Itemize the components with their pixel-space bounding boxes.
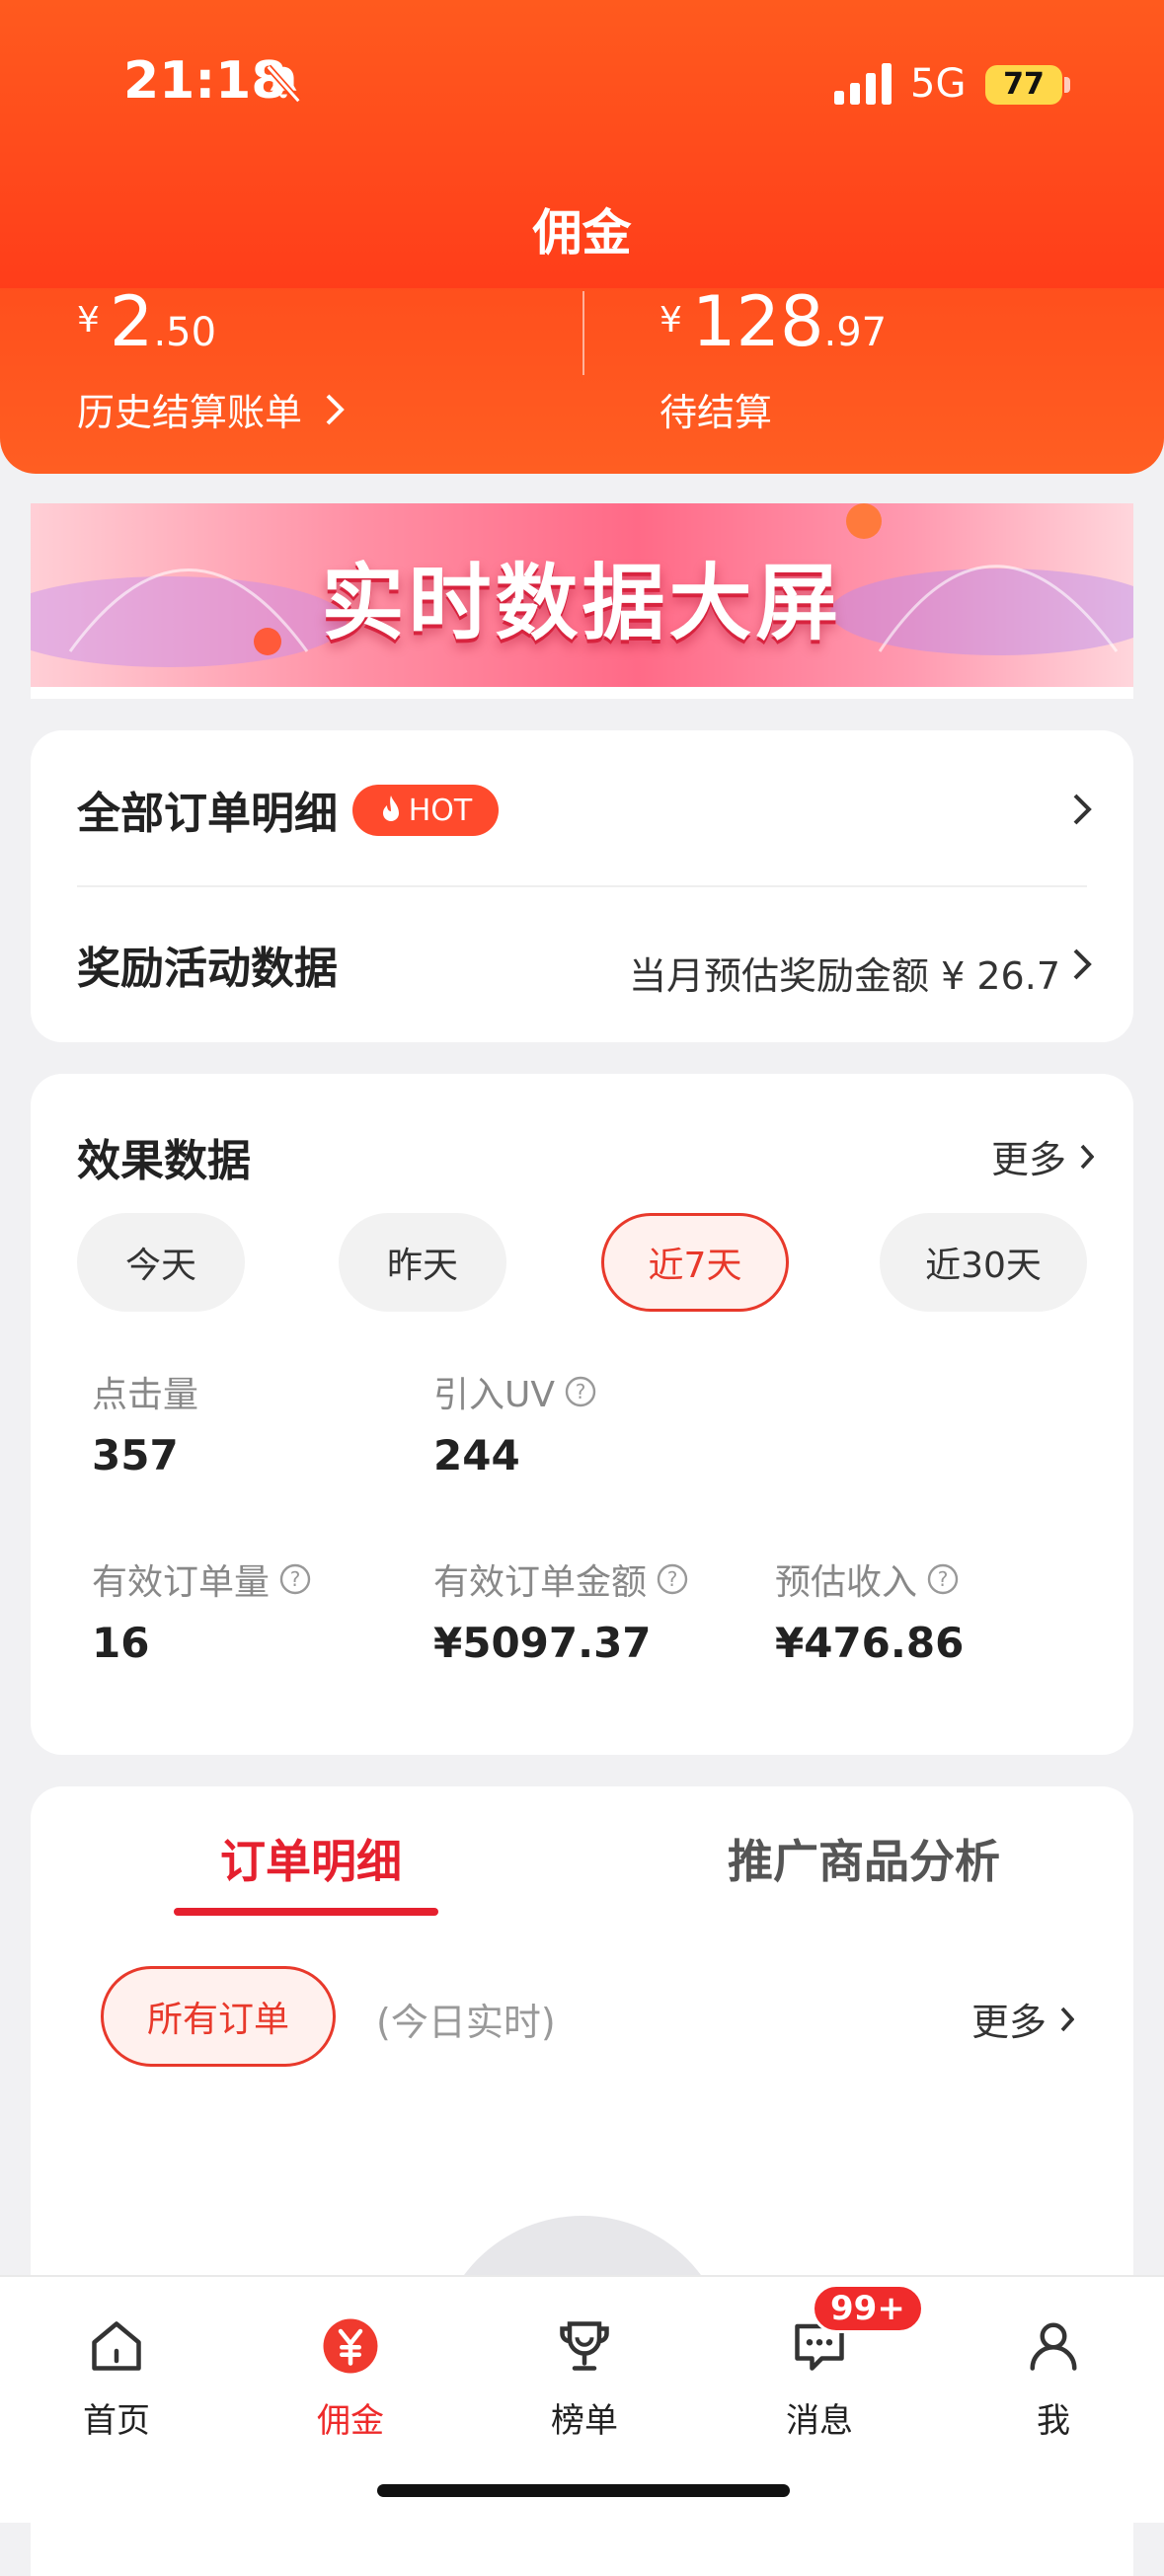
all-orders-label: 全部订单明细: [77, 789, 338, 839]
help-icon[interactable]: ?: [927, 1563, 959, 1595]
active-tab-underline: [174, 1908, 438, 1916]
bell-muted-icon: [266, 64, 301, 104]
effect-data-card: 效果数据 更多 今天 昨天 近7天 近30天 点击量 357 引入UV ? 24…: [31, 1074, 1133, 1755]
all-orders-filter[interactable]: 所有订单: [101, 1966, 336, 2067]
fire-icon: [382, 796, 399, 821]
chevron-right-icon: [326, 394, 345, 424]
orders-card: 全部订单明细 HOT 奖励活动数据 当月预估奖励金额 ¥ 26.7: [31, 730, 1133, 1042]
reward-data-label: 奖励活动数据: [77, 944, 338, 994]
nav-me[interactable]: 我: [965, 2316, 1142, 2442]
svg-text:?: ?: [576, 1380, 586, 1403]
all-orders-row[interactable]: 全部订单明细 HOT: [31, 730, 1133, 885]
uv-value: 244: [433, 1431, 520, 1479]
uv-label: 引入UV ?: [433, 1366, 596, 1417]
svg-text:?: ?: [938, 1567, 949, 1591]
home-indicator[interactable]: [377, 2484, 790, 2497]
header: 21:18 5G 77 佣金 ¥2.50 ¥128.97 历史结算账单 待结算: [0, 0, 1164, 474]
message-count-badge: 99+: [812, 2284, 924, 2333]
pending-currency: ¥: [660, 300, 682, 341]
reward-estimate-value: 当月预估奖励金额 ¥ 26.7: [629, 954, 1060, 998]
realtime-screen-banner[interactable]: 实时数据大屏: [31, 503, 1133, 687]
clicks-value: 357: [92, 1431, 179, 1479]
effect-more-link[interactable]: 更多: [991, 1129, 1094, 1183]
orders-label: 有效订单量 ?: [92, 1553, 311, 1605]
nav-commission-label: 佣金: [317, 2401, 384, 2441]
order-amount-label: 有效订单金额 ?: [433, 1553, 688, 1605]
nav-commission[interactable]: 佣金: [262, 2316, 439, 2442]
settled-amount: ¥2.50: [77, 281, 216, 362]
tab-product-analysis[interactable]: 推广商品分析: [728, 1826, 1000, 1891]
range-today[interactable]: 今天: [77, 1213, 245, 1312]
range-30days[interactable]: 近30天: [880, 1213, 1087, 1312]
help-icon[interactable]: ?: [565, 1376, 596, 1407]
orders-value: 16: [92, 1619, 150, 1667]
chevron-right-icon: [1073, 794, 1092, 825]
nav-home-label: 首页: [83, 2401, 150, 2441]
nav-home[interactable]: 首页: [28, 2316, 205, 2442]
yuan-coin-icon: [323, 2318, 378, 2374]
pending-label: 待结算: [660, 391, 773, 434]
reward-data-row[interactable]: 奖励活动数据 当月预估奖励金额 ¥ 26.7: [31, 887, 1133, 1042]
header-divider: [582, 291, 584, 375]
range-yesterday[interactable]: 昨天: [339, 1213, 506, 1312]
pending-amount: ¥128.97: [660, 281, 887, 362]
nav-ranking-label: 榜单: [551, 2401, 618, 2441]
orders-label-text: 有效订单量: [92, 1562, 271, 1603]
trophy-icon: [560, 2321, 609, 2371]
banner-title: 实时数据大屏: [321, 555, 843, 651]
hot-badge-label: HOT: [408, 793, 473, 828]
income-label-text: 预估收入: [775, 1562, 918, 1603]
income-label: 预估收入 ?: [775, 1553, 959, 1605]
history-bill-link[interactable]: 历史结算账单: [77, 382, 346, 436]
uv-label-text: 引入UV: [433, 1375, 555, 1415]
battery-icon: 77: [985, 65, 1062, 105]
chevron-right-icon: [1080, 1144, 1094, 1169]
detail-more-link[interactable]: 更多: [971, 1992, 1074, 2046]
nav-ranking[interactable]: 榜单: [496, 2316, 673, 2442]
hot-badge: HOT: [352, 785, 499, 836]
clicks-label-text: 点击量: [92, 1375, 199, 1415]
help-icon[interactable]: ?: [657, 1563, 688, 1595]
effect-data-title: 效果数据: [77, 1136, 251, 1186]
tab-order-detail[interactable]: 订单明细: [220, 1826, 402, 1891]
more-label: 更多: [990, 1138, 1066, 1181]
range-7days[interactable]: 近7天: [601, 1213, 789, 1312]
chevron-right-icon: [1073, 948, 1092, 980]
nav-messages[interactable]: 消息: [731, 2316, 908, 2442]
help-icon[interactable]: ?: [279, 1563, 311, 1595]
nav-messages-label: 消息: [786, 2401, 853, 2441]
pending-dec: .97: [823, 310, 888, 355]
banner-bottom-strip: [31, 687, 1133, 699]
clicks-label: 点击量: [92, 1366, 198, 1417]
battery-tip: [1064, 77, 1070, 93]
nav-me-label: 我: [1037, 2401, 1070, 2441]
svg-text:?: ?: [667, 1567, 678, 1591]
home-icon: [92, 2321, 141, 2371]
chevron-right-icon: [1060, 2007, 1074, 2031]
network-label: 5G: [910, 61, 967, 107]
settled-dec: .50: [153, 310, 217, 355]
pending-int: 128: [691, 281, 824, 362]
signal-icon: [834, 63, 892, 105]
history-bill-label: 历史结算账单: [77, 391, 303, 434]
settled-currency: ¥: [77, 300, 100, 341]
realtime-note: (今日实时): [376, 2001, 556, 2044]
more-label: 更多: [970, 2001, 1047, 2044]
user-icon: [1030, 2322, 1077, 2371]
order-amount-value: ¥5097.37: [433, 1619, 652, 1667]
settled-int: 2: [109, 281, 154, 362]
income-value: ¥476.86: [775, 1619, 965, 1667]
page-title: 佣金: [532, 204, 632, 262]
order-amount-label-text: 有效订单金额: [433, 1562, 648, 1603]
svg-text:?: ?: [290, 1567, 301, 1591]
